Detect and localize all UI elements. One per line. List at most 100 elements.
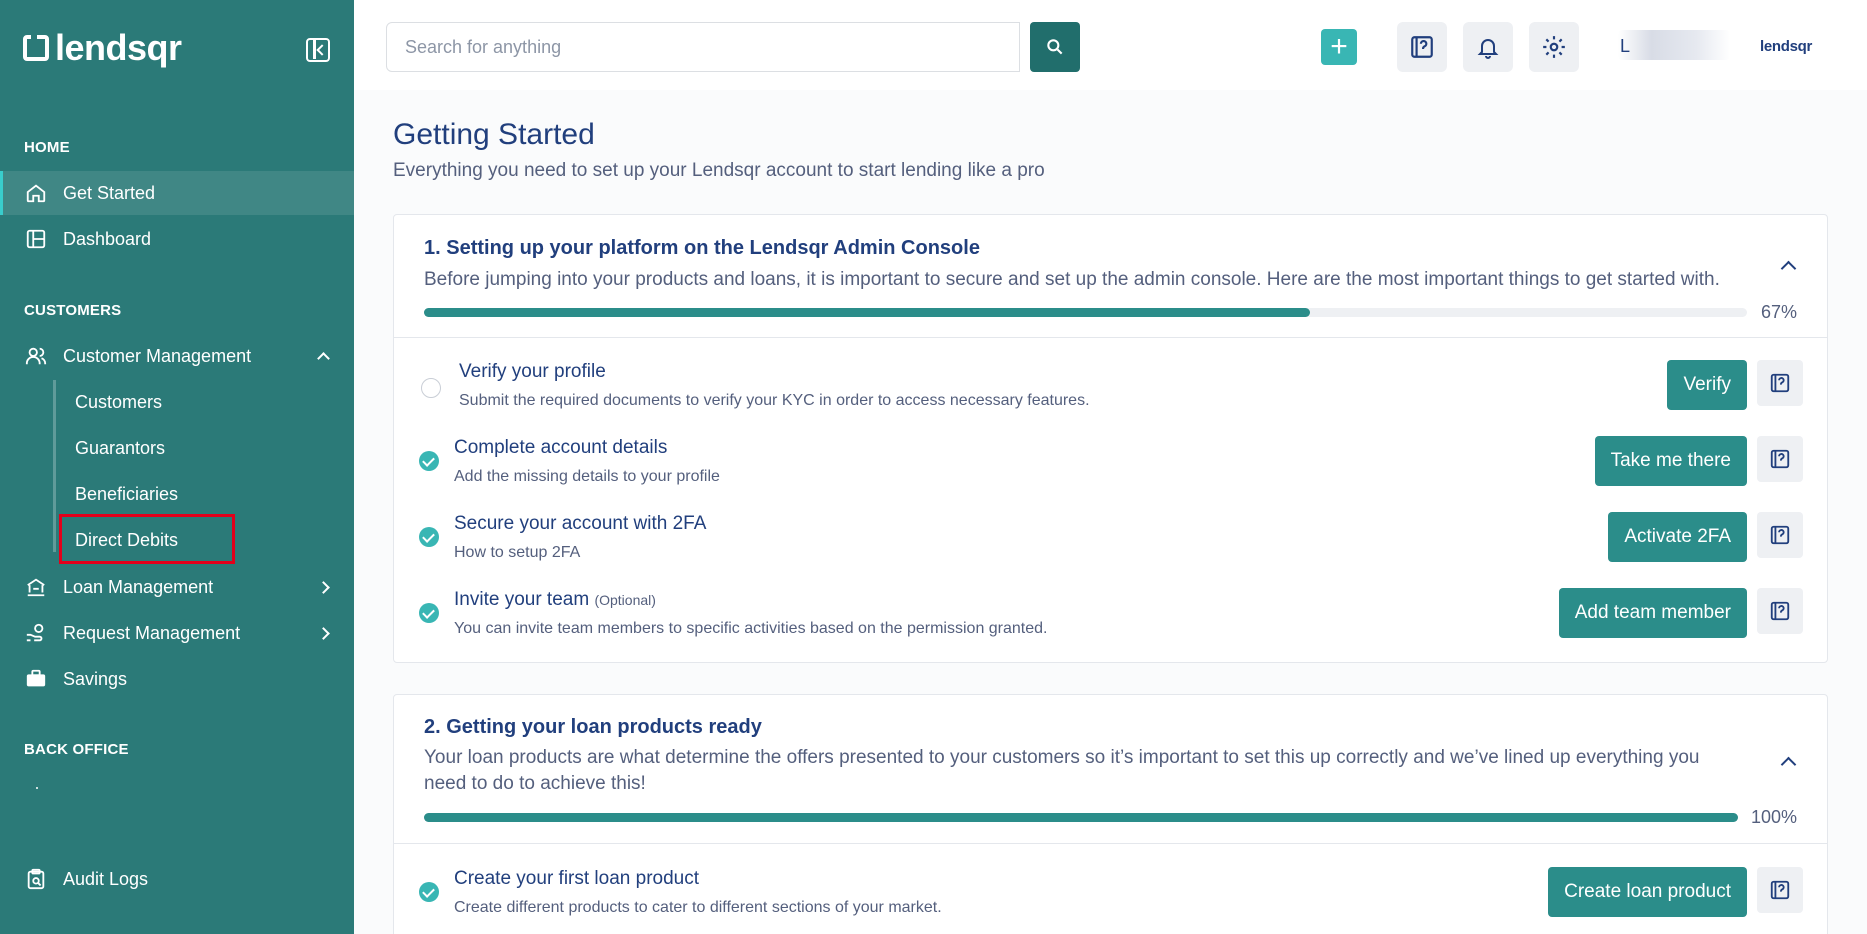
- search-input[interactable]: Search for anything: [386, 22, 1020, 72]
- dashboard-icon: [25, 228, 47, 250]
- card-title: 2. Getting your loan products ready: [424, 716, 762, 738]
- create-loan-product-button[interactable]: Create loan product: [1548, 867, 1747, 917]
- home-icon: [25, 182, 47, 204]
- verify-button[interactable]: Verify: [1667, 360, 1747, 410]
- optional-tag: (Optional): [594, 592, 656, 608]
- sidebar-item-label: Request Management: [63, 622, 241, 643]
- chevron-right-icon: [317, 627, 330, 640]
- plus-icon: +: [1330, 30, 1348, 63]
- sidebar-item-get-started[interactable]: Get Started: [0, 171, 354, 215]
- task-invite-team: Invite your team (Optional) You can invi…: [394, 579, 1827, 655]
- help-docs-button[interactable]: [1397, 22, 1447, 72]
- sidebar-item-audit-logs[interactable]: Audit Logs: [0, 857, 354, 901]
- sidebar-item-label: Dashboard: [63, 228, 152, 249]
- search-button[interactable]: [1030, 22, 1080, 72]
- check-circle-icon: [419, 451, 439, 471]
- gear-icon: [1543, 36, 1565, 58]
- briefcase-icon: [25, 668, 47, 690]
- help-book-icon: [1770, 880, 1790, 900]
- task-title: Complete account details: [454, 437, 668, 458]
- task-description: How to setup 2FA: [454, 544, 581, 561]
- section-label-back-office: BACK OFFICE: [24, 741, 129, 758]
- setup-card-admin-console: 1. Setting up your platform on the Lends…: [393, 214, 1828, 663]
- sidebar-item-loan-management[interactable]: Loan Management: [0, 565, 354, 609]
- user-name-blurred[interactable]: [1618, 30, 1730, 60]
- collapse-sidebar-icon[interactable]: [306, 38, 330, 62]
- sidebar-item-customer-management[interactable]: Customer Management: [0, 334, 354, 378]
- add-button[interactable]: +: [1321, 29, 1357, 65]
- check-circle-icon: [419, 603, 439, 623]
- help-book-icon: [1411, 36, 1433, 58]
- progress-fill: [424, 813, 1738, 822]
- progress-percent: 67%: [1760, 302, 1797, 322]
- top-bar: Search for anything + L lendsqr: [354, 0, 1867, 90]
- org-logo: lendsqr: [1760, 38, 1813, 55]
- sidebar-item-label: Customer Management: [63, 345, 252, 366]
- card-description: Before jumping into your products and lo…: [424, 269, 1720, 290]
- search-icon: [1047, 39, 1063, 55]
- task-title: Verify your profile: [459, 361, 606, 382]
- help-button[interactable]: [1757, 360, 1803, 406]
- avatar-initial: L: [1620, 36, 1631, 56]
- help-button[interactable]: [1757, 867, 1803, 913]
- task-title: Secure your account with 2FA: [454, 513, 707, 534]
- help-button[interactable]: [1757, 436, 1803, 482]
- chevron-up-icon: [317, 352, 330, 365]
- task-secure-2fa: Secure your account with 2FA How to setu…: [394, 503, 1827, 579]
- unchecked-circle-icon: [421, 378, 441, 398]
- progress-bar: [424, 308, 1747, 317]
- section-label-customers: CUSTOMERS: [24, 302, 122, 319]
- progress-bar: [424, 813, 1738, 822]
- sidebar: lendsqr HOME Get Started Dashboard CUSTO…: [0, 0, 354, 934]
- card-description: Your loan products are what determine th…: [424, 747, 1700, 794]
- check-circle-icon: [419, 527, 439, 547]
- hand-money-icon: [25, 622, 47, 644]
- setup-card-loan-products: 2. Getting your loan products ready Your…: [393, 694, 1828, 934]
- notifications-button[interactable]: [1463, 22, 1513, 72]
- task-title: Invite your team (Optional): [454, 589, 656, 611]
- help-button[interactable]: [1757, 512, 1803, 558]
- direct-debits-highlight-box: [59, 514, 235, 564]
- card-title: 1. Setting up your platform on the Lends…: [424, 237, 980, 259]
- sidebar-item-request-management[interactable]: Request Management: [0, 611, 354, 655]
- divider: [394, 337, 1827, 338]
- help-book-icon: [1770, 601, 1790, 621]
- section-label-home: HOME: [24, 139, 70, 156]
- lendsqr-logo[interactable]: lendsqr: [23, 30, 182, 66]
- task-description: You can invite team members to specific …: [454, 620, 1048, 637]
- sidebar-subitem-beneficiaries[interactable]: Beneficiaries: [75, 484, 178, 505]
- sidebar-subitem-guarantors[interactable]: Guarantors: [75, 438, 165, 459]
- take-me-there-button[interactable]: Take me there: [1594, 436, 1747, 486]
- sidebar-item-label: Loan Management: [63, 576, 214, 597]
- help-button[interactable]: [1757, 588, 1803, 634]
- progress-percent: 100%: [1750, 807, 1797, 827]
- chevron-up-icon[interactable]: [1780, 260, 1797, 277]
- help-book-icon: [1770, 373, 1790, 393]
- task-title-text: Invite your team: [454, 589, 590, 610]
- sidebar-item-savings[interactable]: Savings: [0, 657, 354, 701]
- task-complete-account-details: Complete account details Add the missing…: [394, 427, 1827, 503]
- activate-2fa-button[interactable]: Activate 2FA: [1608, 512, 1747, 562]
- add-team-member-button[interactable]: Add team member: [1558, 588, 1747, 638]
- sidebar-subitem-customers[interactable]: Customers: [75, 392, 162, 413]
- chevron-up-icon[interactable]: [1780, 756, 1797, 773]
- check-circle-icon: [419, 882, 439, 902]
- page-title: Getting Started: [393, 118, 595, 151]
- users-icon: [25, 345, 47, 367]
- sidebar-item-label: Audit Logs: [63, 868, 149, 889]
- chevron-right-icon: [317, 581, 330, 594]
- separator-dot: [36, 787, 38, 789]
- logo-mark-icon: [23, 35, 49, 61]
- help-book-icon: [1770, 525, 1790, 545]
- task-description: Submit the required documents to verify …: [459, 392, 1090, 409]
- task-description: Create different products to cater to di…: [454, 899, 942, 916]
- settings-button[interactable]: [1529, 22, 1579, 72]
- task-description: Add the missing details to your profile: [454, 468, 720, 485]
- page-subtitle: Everything you need to set up your Lends…: [393, 160, 1045, 181]
- clipboard-icon: [25, 868, 47, 890]
- sidebar-item-dashboard[interactable]: Dashboard: [0, 217, 354, 261]
- task-title: Create your first loan product: [454, 868, 700, 889]
- logo-text: lendsqr: [55, 27, 182, 68]
- task-create-loan-product: Create your first loan product Create di…: [394, 858, 1827, 934]
- bell-icon: [1477, 39, 1499, 59]
